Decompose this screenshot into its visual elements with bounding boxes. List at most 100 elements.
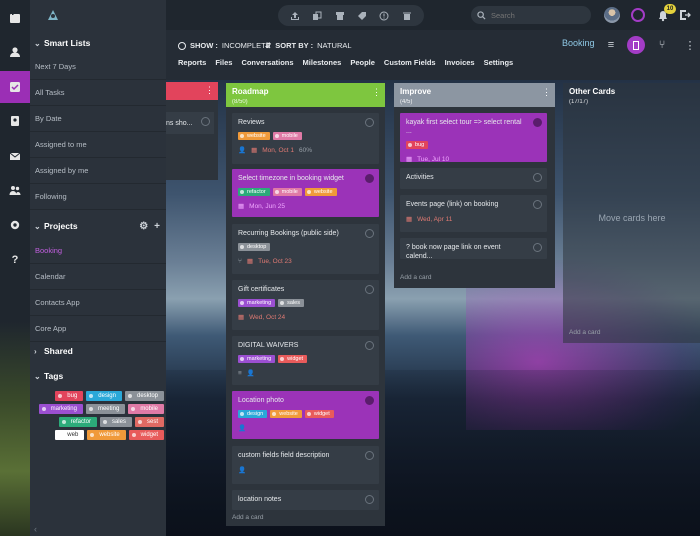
card-partial[interactable]: ns sho... <box>166 112 214 134</box>
collapse-sidebar-icon[interactable]: ‹ <box>34 524 37 534</box>
smart-lists-header[interactable]: ⌄ Smart Lists <box>30 36 166 50</box>
nav-people[interactable]: People <box>350 58 375 67</box>
alert-icon[interactable] <box>379 11 389 21</box>
tag-web[interactable]: web <box>55 430 85 440</box>
nav-conversations[interactable]: Conversations <box>241 58 293 67</box>
complete-checkbox[interactable] <box>365 229 374 238</box>
complete-checkbox[interactable] <box>365 285 374 294</box>
avatar[interactable] <box>604 7 620 23</box>
contacts-icon[interactable] <box>0 106 30 136</box>
tag-sales[interactable]: sales <box>99 417 132 427</box>
nav-reports[interactable]: Reports <box>178 58 206 67</box>
card-book-now-page[interactable]: ? book now page link on event calend... <box>400 238 547 260</box>
shared-header[interactable]: › Shared <box>30 344 166 358</box>
list-improve-header[interactable]: Improve (4/5) ⋮ <box>394 83 555 107</box>
add-card-button[interactable]: Add a card <box>232 514 263 521</box>
gear-icon[interactable]: ⚙ <box>139 221 148 232</box>
view-name: Booking <box>562 38 595 48</box>
copy-icon[interactable] <box>312 11 322 21</box>
sidebar-item-booking[interactable]: Booking <box>30 238 166 264</box>
logout-icon[interactable] <box>679 9 691 21</box>
calendar-icon[interactable] <box>0 3 30 33</box>
card-location-notes[interactable]: location notes <box>232 490 379 510</box>
board-view-icon[interactable] <box>627 36 645 54</box>
show-filter[interactable]: SHOW : INCOMPLETE <box>178 41 271 50</box>
card-custom-fields[interactable]: custom fields field description 👤 <box>232 446 379 484</box>
list-menu-icon[interactable]: ⋮ <box>542 87 551 98</box>
list-view-icon[interactable]: ≡ <box>602 36 620 54</box>
complete-checkbox[interactable] <box>533 118 542 127</box>
sidebar-item-assigned-by-me[interactable]: Assigned by me <box>30 158 166 184</box>
tag-icon[interactable] <box>357 11 367 21</box>
tags-header[interactable]: ⌄ Tags <box>30 369 166 383</box>
help-icon[interactable]: ? <box>0 245 30 275</box>
list-roadmap-header[interactable]: Roadmap (8/50) ⋮ <box>226 83 385 107</box>
search-input[interactable] <box>491 10 581 20</box>
team-icon[interactable] <box>0 175 30 205</box>
tag-bug[interactable]: bug <box>55 391 84 401</box>
card-digital-waivers[interactable]: DIGITAL WAIVERS marketing widget ≡ 👤 <box>232 336 379 385</box>
complete-checkbox[interactable] <box>533 200 542 209</box>
nav-settings[interactable]: Settings <box>484 58 514 67</box>
complete-checkbox[interactable] <box>365 396 374 405</box>
sidebar-item-core-app[interactable]: Core App <box>30 316 166 342</box>
projects-header[interactable]: ⌄ Projects ⚙ + <box>30 219 166 233</box>
nav-custom-fields[interactable]: Custom Fields <box>384 58 436 67</box>
status-ring-icon[interactable] <box>631 8 645 22</box>
sidebar-item-contacts-app[interactable]: Contacts App <box>30 290 166 316</box>
list-other-header[interactable]: Other Cards (17/17) <box>563 83 700 107</box>
card-select-timezone[interactable]: Select timezone in booking widget refact… <box>232 169 379 217</box>
tag-widget[interactable]: widget <box>128 430 164 440</box>
plus-icon[interactable]: + <box>154 221 160 232</box>
nav-invoices[interactable]: Invoices <box>445 58 475 67</box>
complete-checkbox[interactable] <box>533 243 542 252</box>
list-menu-icon[interactable]: ⋮ <box>205 85 214 96</box>
tag-meeting[interactable]: meeting <box>85 404 126 414</box>
card-events-page[interactable]: Events page (link) on booking ▦ Wed, Apr … <box>400 195 547 232</box>
sidebar-item-calendar[interactable]: Calendar <box>30 264 166 290</box>
card-kayak[interactable]: kayak first select tour => select rental… <box>400 113 547 163</box>
mail-icon[interactable] <box>0 141 30 171</box>
complete-checkbox[interactable] <box>365 451 374 460</box>
list-menu-icon[interactable]: ⋮ <box>372 87 381 98</box>
complete-checkbox[interactable] <box>365 495 374 504</box>
sidebar-item-all-tasks[interactable]: All Tasks <box>30 80 166 106</box>
tag-mobile[interactable]: mobile <box>128 404 164 414</box>
settings-icon[interactable] <box>0 210 30 240</box>
nav-files[interactable]: Files <box>215 58 232 67</box>
app-logo[interactable] <box>42 4 64 26</box>
complete-checkbox[interactable] <box>365 118 374 127</box>
card-location-photo[interactable]: Location photo design website widget 👤 <box>232 391 379 439</box>
sidebar-item-assigned-to-me[interactable]: Assigned to me <box>30 132 166 158</box>
add-card-button[interactable]: Add a card <box>569 329 600 336</box>
sort-filter[interactable]: ⇵ SORT BY : NATURAL <box>265 41 352 50</box>
complete-checkbox[interactable] <box>365 174 374 183</box>
complete-checkbox[interactable] <box>365 341 374 350</box>
sidebar-item-following[interactable]: Following <box>30 184 166 210</box>
tag-design[interactable]: design <box>86 391 122 401</box>
list-first-header[interactable]: ⋮ <box>166 82 218 100</box>
search-box[interactable] <box>471 6 591 24</box>
more-icon[interactable]: ⋮ <box>681 36 699 54</box>
add-card-button[interactable]: Add a card <box>400 274 431 281</box>
sidebar-item-by-date[interactable]: By Date <box>30 106 166 132</box>
complete-checkbox[interactable] <box>533 173 542 182</box>
tag-desktop[interactable]: desktop <box>124 391 164 401</box>
card-activities[interactable]: Activities <box>400 168 547 189</box>
card-gift-certificates[interactable]: Gift certificates marketing sales ▦ Wed, O… <box>232 280 379 330</box>
sidebar-item-next-7-days[interactable]: Next 7 Days <box>30 54 166 80</box>
tasks-icon[interactable] <box>0 71 30 103</box>
tag-marketing[interactable]: marketing <box>38 404 83 414</box>
user-icon[interactable] <box>0 37 30 67</box>
tag-refactor[interactable]: refactor <box>58 417 97 427</box>
tag-website[interactable]: website <box>87 430 126 440</box>
hierarchy-icon[interactable]: ⑂ <box>653 36 671 54</box>
trash-icon[interactable] <box>402 11 412 21</box>
nav-milestones[interactable]: Milestones <box>303 58 342 67</box>
archive-icon[interactable] <box>335 11 345 21</box>
assignee-icon: 👤 <box>238 425 247 432</box>
tag-sest[interactable]: sest <box>134 417 164 427</box>
card-reviews[interactable]: Reviews website mobile 👤 ▦ Mon, Oct 1 60% <box>232 113 379 164</box>
card-recurring-bookings[interactable]: Recurring Bookings (public side) desktop… <box>232 224 379 274</box>
share-icon[interactable] <box>290 11 300 21</box>
